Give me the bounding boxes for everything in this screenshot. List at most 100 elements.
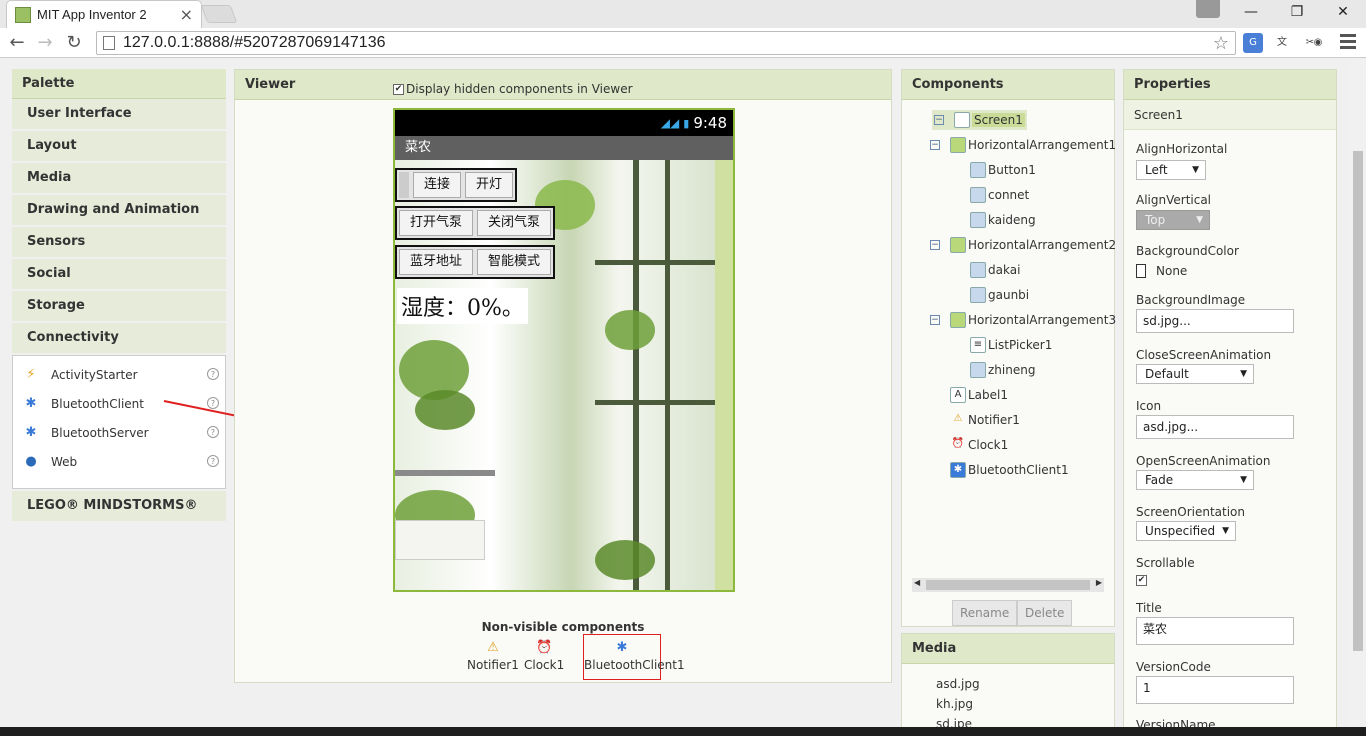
media-file[interactable]: asd.jpg — [936, 674, 980, 694]
palette-component-label: Web — [51, 454, 78, 469]
tree-item-horizontalarrangement2[interactable]: − HorizontalArrangement2 — [930, 235, 1116, 255]
new-tab-button[interactable] — [200, 5, 238, 23]
palette-category-drawing-and-animation[interactable]: Drawing and Animation — [12, 195, 226, 227]
tree-item-dakai[interactable]: dakai — [970, 260, 1020, 280]
nonvisible-notifier[interactable]: ⚠ Notifier1 — [467, 640, 519, 672]
bluetooth-address-picker[interactable]: 蓝牙地址 — [399, 249, 474, 275]
palette-category-social[interactable]: Social — [12, 259, 226, 291]
open-animation-select[interactable]: Fade ▼ — [1136, 470, 1254, 490]
palette-category-layout[interactable]: Layout — [12, 131, 226, 163]
user-profile-icon[interactable] — [1196, 0, 1220, 18]
rename-button[interactable]: Rename — [952, 600, 1018, 626]
smart-mode-button[interactable]: 智能模式 — [477, 249, 552, 275]
browser-menu-icon[interactable] — [1340, 34, 1356, 52]
hidden-components-toggle[interactable]: ✔ Display hidden components in Viewer — [393, 82, 633, 96]
help-icon[interactable]: ? — [207, 368, 219, 380]
screen-orientation-select[interactable]: Unspecified ▼ — [1136, 521, 1236, 541]
palette-category-storage[interactable]: Storage — [12, 291, 226, 323]
help-icon[interactable]: ? — [207, 455, 219, 467]
bookmark-star-icon[interactable]: ☆ — [1213, 33, 1229, 54]
tab-close-icon[interactable]: × — [180, 5, 193, 24]
tree-item-kaideng[interactable]: kaideng — [970, 210, 1036, 230]
properties-panel: Properties Screen1 AlignHorizontal Left ▼… — [1123, 69, 1337, 733]
button-icon — [970, 362, 986, 378]
arrangement-icon — [950, 237, 966, 253]
icon-input[interactable]: asd.jpg... — [1136, 415, 1294, 439]
pump-off-button[interactable]: 关闭气泵 — [477, 210, 552, 236]
close-animation-label: CloseScreenAnimation — [1136, 348, 1272, 362]
warning-icon: ⚠ — [487, 640, 499, 655]
page-vertical-scrollbar[interactable] — [1350, 59, 1366, 727]
collapse-icon[interactable]: − — [930, 240, 940, 250]
tree-item-clock1[interactable]: ⏰ Clock1 — [930, 435, 1008, 455]
listpicker-icon: ≡ — [970, 337, 986, 353]
scrollable-checkbox[interactable]: ✔ — [1136, 575, 1147, 586]
browser-tab[interactable]: MIT App Inventor 2 × — [6, 0, 202, 28]
tree-item-label: HorizontalArrangement2 — [968, 238, 1117, 252]
collapse-icon[interactable]: − — [930, 315, 940, 325]
button-icon — [970, 212, 986, 228]
tree-item-listpicker1[interactable]: ≡ ListPicker1 — [970, 335, 1052, 355]
reader-extension-icon[interactable]: ◉ — [1308, 33, 1328, 53]
warning-icon: ⚠ — [953, 413, 963, 424]
tree-item-label: dakai — [988, 263, 1021, 277]
browser-toolbar: ← → ↻ 127.0.0.1:8888/#5207287069147136 ☆… — [0, 28, 1366, 58]
clock-icon: ⏰ — [536, 640, 553, 655]
align-vertical-select[interactable]: Top ▼ — [1136, 210, 1210, 230]
delete-button[interactable]: Delete — [1017, 600, 1073, 626]
pump-on-button[interactable]: 打开气泵 — [399, 210, 474, 236]
palette-category-sensors[interactable]: Sensors — [12, 227, 226, 259]
tree-item-bluetoothclient1[interactable]: ✱ BluetoothClient1 — [930, 460, 1069, 480]
phone-preview: ◢◢ ▮ 9:48 菜农 连接 开灯 打开气泵 关闭气泵 蓝牙地址 智能模式 湿… — [393, 108, 735, 592]
tree-item-notifier1[interactable]: ⚠ Notifier1 — [930, 410, 1020, 430]
close-window-icon[interactable]: ✕ — [1320, 0, 1366, 24]
palette-component-web[interactable]: ● Web? — [13, 447, 225, 476]
components-horizontal-scrollbar[interactable]: ◀ ▶ — [912, 578, 1104, 592]
nonvisible-clock[interactable]: ⏰ Clock1 — [524, 640, 564, 672]
screen-icon — [954, 112, 970, 128]
close-animation-select[interactable]: Default ▼ — [1136, 364, 1254, 384]
bluetooth-icon: ✱ — [25, 395, 37, 411]
palette-category-media[interactable]: Media — [12, 163, 226, 195]
bluetooth-icon: ✱ — [950, 462, 966, 478]
align-horizontal-select[interactable]: Left ▼ — [1136, 160, 1206, 180]
background-color-picker[interactable]: None — [1136, 264, 1187, 278]
light-on-button[interactable]: 开灯 — [465, 172, 514, 198]
nonvisible-bluetooth[interactable]: ✱ BluetoothClient1 — [583, 634, 685, 680]
background-image-label: BackgroundImage — [1136, 293, 1246, 307]
address-bar[interactable]: 127.0.0.1:8888/#5207287069147136 ☆ — [96, 31, 1236, 55]
background-image-input[interactable]: sd.jpg... — [1136, 309, 1294, 333]
palette-category-connectivity[interactable]: Connectivity — [12, 323, 226, 355]
background-color-label: BackgroundColor — [1136, 244, 1239, 258]
tree-item-zhineng[interactable]: zhineng — [970, 360, 1035, 380]
collapse-icon[interactable]: − — [930, 140, 940, 150]
tree-item-horizontalarrangement1[interactable]: − HorizontalArrangement1 — [930, 135, 1116, 155]
connect-button[interactable]: 连接 — [413, 172, 462, 198]
palette-component-activitystarter[interactable]: ⚡ ActivityStarter? — [13, 360, 225, 389]
tree-item-label1[interactable]: A Label1 — [930, 385, 1008, 405]
media-file[interactable]: kh.jpg — [936, 694, 980, 714]
tree-item-button1[interactable]: Button1 — [970, 160, 1036, 180]
language-extension-icon[interactable]: 文 — [1272, 33, 1292, 53]
reload-icon[interactable]: ↻ — [63, 32, 85, 54]
tree-item-connet[interactable]: connet — [970, 185, 1029, 205]
background-color-value: None — [1156, 264, 1188, 278]
lightning-icon: ⚡ — [26, 366, 36, 382]
forward-icon[interactable]: → — [34, 32, 56, 54]
palette-category-user-interface[interactable]: User Interface — [12, 99, 226, 131]
palette-category-lego[interactable]: LEGO® MINDSTORMS® — [12, 491, 226, 523]
back-icon[interactable]: ← — [6, 32, 28, 54]
page-icon — [103, 36, 115, 50]
translate-extension-icon[interactable]: G — [1243, 33, 1263, 53]
tree-item-gaunbi[interactable]: gaunbi — [970, 285, 1029, 305]
minimize-icon[interactable]: — — [1228, 0, 1274, 24]
palette-component-label: BluetoothClient — [51, 396, 144, 411]
restore-icon[interactable]: ❐ — [1274, 0, 1320, 24]
tree-item-screen1[interactable]: − Screen1 — [932, 110, 1027, 130]
version-code-input[interactable]: 1 — [1136, 676, 1294, 704]
hidden-components-checkbox[interactable]: ✔ — [393, 83, 404, 95]
tree-item-horizontalarrangement3[interactable]: − HorizontalArrangement3 — [930, 310, 1116, 330]
title-input[interactable]: 菜农 — [1136, 617, 1294, 645]
collapse-icon[interactable]: − — [934, 115, 944, 125]
button-icon — [970, 187, 986, 203]
